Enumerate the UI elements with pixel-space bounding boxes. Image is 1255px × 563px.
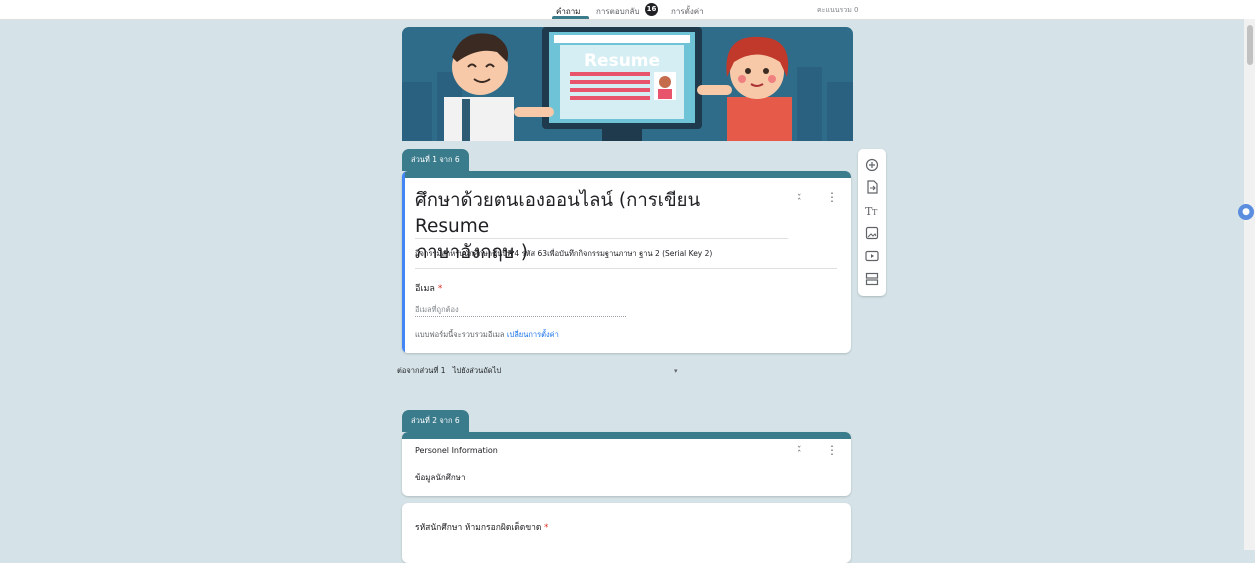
email-input-placeholder: อีเมลที่ถูกต้อง [415, 305, 459, 314]
import-questions-icon[interactable] [864, 179, 880, 195]
banner-resume-word: Resume [584, 51, 660, 71]
tab-responses[interactable]: การตอบกลับ [596, 5, 640, 18]
after-section-label: ต่อจากส่วนที่ 1 [397, 366, 446, 375]
section-2-title[interactable]: Personel Information [415, 446, 498, 455]
email-collect-note: แบบฟอร์มนี้จะรวบรวมอีเมล เปลี่ยนการตั้งค… [415, 330, 559, 339]
dropdown-arrow-icon[interactable]: ▾ [674, 367, 678, 375]
header-banner-image: Resume [402, 27, 853, 141]
scrollbar-thumb[interactable] [1247, 25, 1253, 65]
section-2-label: ส่วนที่ 2 จาก 6 [402, 410, 469, 432]
collapse-section-icon[interactable]: ˇˆ [797, 195, 802, 208]
after-section-dropdown-value[interactable]: ไปยังส่วนถัดไป [453, 366, 501, 375]
tab-settings[interactable]: การตั้งค่า [671, 5, 704, 18]
after-section-navigation[interactable]: ต่อจากส่วนที่ 1 ไปยังส่วนถัดไป [397, 365, 501, 377]
top-tab-bar: คำถาม การตอบกลับ 16 การตั้งค่า คะแนนรวม … [0, 0, 1255, 20]
card-accent-strip [402, 432, 851, 439]
active-tab-indicator [552, 16, 589, 19]
add-title-icon[interactable]: TT [864, 202, 880, 218]
assistant-icon[interactable]: ● [1238, 204, 1254, 220]
email-input-line [415, 316, 626, 317]
title-underline [415, 238, 788, 239]
add-question-icon[interactable] [864, 157, 880, 173]
email-question-label: อีเมล * [415, 284, 443, 294]
card-focus-strip [402, 171, 405, 353]
add-video-icon[interactable] [864, 248, 880, 264]
section-1-label: ส่วนที่ 1 จาก 6 [402, 149, 469, 171]
change-settings-link[interactable]: เปลี่ยนการตั้งค่า [507, 330, 559, 339]
required-asterisk: * [544, 523, 549, 533]
form-title-line-1: ศึกษาด้วยตนเองออนไลน์ (การเขียน Resume [415, 190, 701, 237]
more-options-icon[interactable]: ⋮ [826, 443, 838, 457]
question-label: รหัสนักศึกษา ห้ามกรอกผิดเด็ดขาด * [415, 523, 549, 533]
form-description[interactable]: กิจกรรมสำหรับนักศึกษาชั้นปีที่ 4 รหัส 63… [415, 248, 712, 260]
add-image-icon[interactable] [864, 225, 880, 241]
collapse-section-icon[interactable]: ˇˆ [797, 447, 802, 460]
floating-question-toolbar: TT [858, 149, 886, 296]
section-2-header-card[interactable] [402, 432, 851, 496]
total-points: คะแนนรวม 0 [817, 6, 859, 14]
svg-text:T: T [872, 208, 878, 217]
description-divider [415, 268, 837, 269]
card-accent-strip [402, 171, 851, 178]
add-section-icon[interactable] [864, 271, 880, 287]
responses-count-badge: 16 [645, 3, 658, 16]
section-2-description[interactable]: ข้อมูลนักศึกษา [415, 471, 465, 484]
required-asterisk: * [437, 284, 443, 294]
more-options-icon[interactable]: ⋮ [826, 190, 838, 204]
page-scrollbar[interactable] [1244, 19, 1255, 550]
